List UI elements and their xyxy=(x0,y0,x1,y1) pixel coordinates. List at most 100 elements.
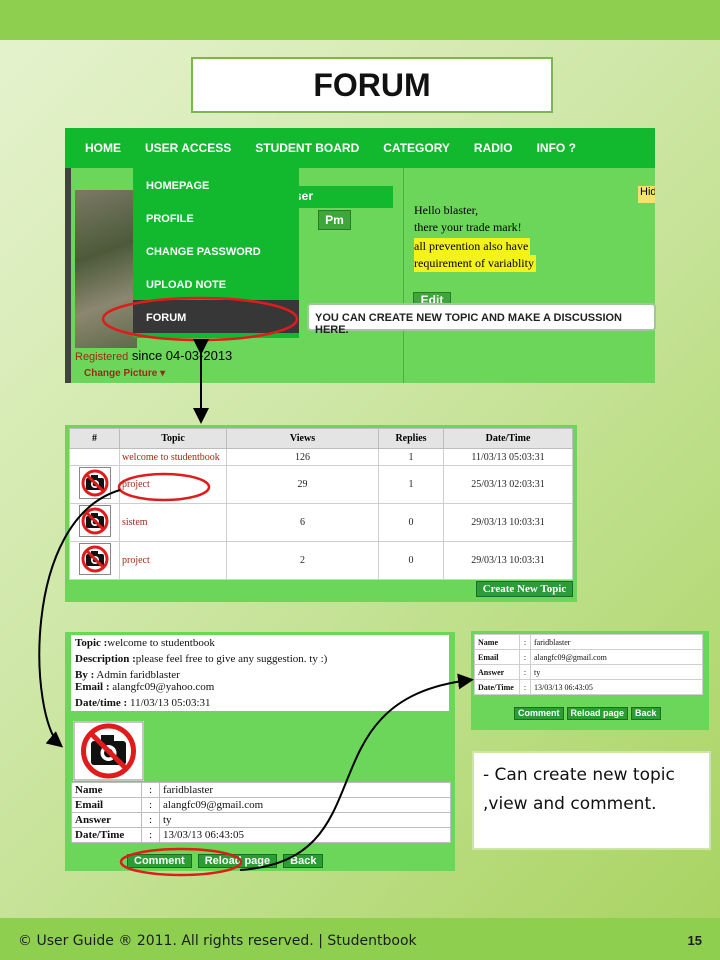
slide-top-bar xyxy=(0,0,720,40)
reload-page-button[interactable]: Reload page xyxy=(197,854,278,868)
topic-link[interactable]: project xyxy=(119,541,227,580)
change-picture-label: Change Picture xyxy=(84,368,158,379)
pm-button[interactable]: Pm xyxy=(318,210,351,230)
comment-button[interactable]: Comment xyxy=(127,854,192,868)
nav-user-access[interactable]: USER ACCESS xyxy=(145,141,231,155)
table-row: Answer: ty xyxy=(71,812,451,828)
menu-forum[interactable]: FORUM xyxy=(133,300,299,333)
col-datetime: Date/Time xyxy=(443,428,573,449)
note-line-2: ,view and comment. xyxy=(483,794,657,814)
menu-homepage[interactable]: HOMEPAGE xyxy=(133,168,299,201)
reply-key: Email xyxy=(474,649,520,665)
comment-button[interactable]: Comment xyxy=(514,707,564,720)
col-topic: Topic xyxy=(119,428,227,449)
no-photo-icon xyxy=(78,543,111,575)
greeting-line-2: there your trade mark! xyxy=(414,220,522,234)
topic-line: Topic :welcome to studentbook xyxy=(75,637,445,649)
topics-screenshot: # Topic Views Replies Date/Time welcome … xyxy=(65,425,577,602)
reply-value: 13/03/13 06:43:05 xyxy=(159,827,451,843)
change-picture-link[interactable]: Change Picture ▾ xyxy=(84,368,165,379)
description-value: please feel free to give any suggestion.… xyxy=(135,653,328,665)
date-cell: 25/03/13 02:03:31 xyxy=(443,465,573,504)
detail-buttons: Comment Reload page Back xyxy=(127,854,324,868)
reply-colon: : xyxy=(141,827,160,843)
nav-radio[interactable]: RADIO xyxy=(474,141,513,155)
email-value: alangfc09@yahoo.com xyxy=(112,681,215,693)
date-line: Date/time : 11/03/13 05:03:31 xyxy=(75,697,445,709)
reply-key: Name xyxy=(474,634,520,650)
reply-value: alangfc09@gmail.com xyxy=(530,649,703,665)
footer-copyright: © User Guide ® 2011. All rights reserved… xyxy=(18,933,417,949)
nav-student-board[interactable]: STUDENT BOARD xyxy=(255,141,359,155)
table-row: Name: faridblaster xyxy=(71,782,451,798)
topic-label: Topic : xyxy=(75,637,108,649)
description-line: Description :please feel free to give an… xyxy=(75,653,445,665)
registered-label: Registered xyxy=(75,351,129,363)
nav-home[interactable]: HOME xyxy=(85,141,121,155)
topic-link[interactable]: welcome to studentbook xyxy=(119,448,227,466)
topic-description: Topic :welcome to studentbook Descriptio… xyxy=(71,635,449,711)
views-cell: 2 xyxy=(226,541,379,580)
reply-value: 13/03/13 06:43:05 xyxy=(530,679,703,695)
small-detail-buttons: Comment Reload page Back xyxy=(514,707,661,720)
replies-cell: 1 xyxy=(378,465,444,504)
highlight-line-1: all prevention also have xyxy=(414,238,531,255)
create-new-topic-button[interactable]: Create New Topic xyxy=(476,581,573,597)
menu-change-password[interactable]: CHANGE PASSWORD xyxy=(133,234,299,267)
reply-value: faridblaster xyxy=(530,634,703,650)
table-row: Date/Time:13/03/13 06:43:05 xyxy=(71,827,451,843)
reload-page-button[interactable]: Reload page xyxy=(566,707,629,720)
reply-key: Email xyxy=(71,797,142,813)
profile-photo xyxy=(75,190,137,348)
back-button[interactable]: Back xyxy=(631,707,661,720)
reply-table: Name: faridblaster Email: alangfc09@gmail.… xyxy=(71,782,451,843)
topic-link[interactable]: project xyxy=(119,465,227,504)
row-number xyxy=(69,448,120,466)
reply-colon: : xyxy=(519,664,531,680)
reply-colon: : xyxy=(141,782,160,798)
by-label: By : xyxy=(75,669,95,681)
caret-down-icon: ▾ xyxy=(160,368,166,379)
date-cell: 29/03/13 10:03:31 xyxy=(443,541,573,580)
topic-link[interactable]: sistem xyxy=(119,503,227,542)
by-line: By : Admin faridblaster xyxy=(75,669,445,681)
table-row: Name: faridblaster xyxy=(474,634,703,650)
left-panel-edge xyxy=(65,168,71,383)
slide-footer: © User Guide ® 2011. All rights reserved… xyxy=(0,918,720,960)
nav-info[interactable]: INFO ? xyxy=(537,141,576,155)
topic-value: welcome to studentbook xyxy=(107,637,215,649)
table-row[interactable]: sistem 6 0 29/03/13 10:03:31 xyxy=(69,503,573,542)
replies-cell: 0 xyxy=(378,541,444,580)
row-image xyxy=(69,465,120,504)
table-row[interactable]: project 29 1 25/03/13 02:03:31 xyxy=(69,465,573,504)
reply-colon: : xyxy=(519,634,531,650)
note-line-1: - Can create new topic xyxy=(483,765,675,785)
reply-value: ty xyxy=(530,664,703,680)
col-number: # xyxy=(69,428,120,449)
reply-value: ty xyxy=(159,812,451,828)
back-button[interactable]: Back xyxy=(283,854,324,868)
reply-value: alangfc09@gmail.com xyxy=(159,797,451,813)
reply-key: Answer xyxy=(71,812,142,828)
reply-colon: : xyxy=(141,797,160,813)
table-row[interactable]: project 2 0 29/03/13 10:03:31 xyxy=(69,541,573,580)
reply-colon: : xyxy=(141,812,160,828)
reply-key: Date/Time xyxy=(474,679,520,695)
forum-tooltip: YOU CAN CREATE NEW TOPIC AND MAKE A DISC… xyxy=(307,303,656,336)
slide-title: FORUM xyxy=(191,57,553,113)
row-image xyxy=(69,503,120,542)
reply-key: Name xyxy=(71,782,142,798)
table-row[interactable]: welcome to studentbook 126 1 11/03/13 05… xyxy=(69,448,573,466)
menu-upload-note[interactable]: UPLOAD NOTE xyxy=(133,267,299,300)
email-label: Email : xyxy=(75,681,110,693)
nav-category[interactable]: CATEGORY xyxy=(383,141,450,155)
topic-detail-screenshot: Topic :welcome to studentbook Descriptio… xyxy=(65,632,455,871)
reply-colon: : xyxy=(519,649,531,665)
feature-note: - Can create new topic ,view and comment… xyxy=(472,751,711,850)
hide-button[interactable]: Hid xyxy=(638,186,655,203)
reply-key: Date/Time xyxy=(71,827,142,843)
registered-date: since 04-03-2013 xyxy=(131,348,233,363)
registered-since: Registered since 04-03-2013 xyxy=(75,348,232,363)
menu-profile[interactable]: PROFILE xyxy=(133,201,299,234)
topics-table: # Topic Views Replies Date/Time welcome … xyxy=(69,428,573,580)
